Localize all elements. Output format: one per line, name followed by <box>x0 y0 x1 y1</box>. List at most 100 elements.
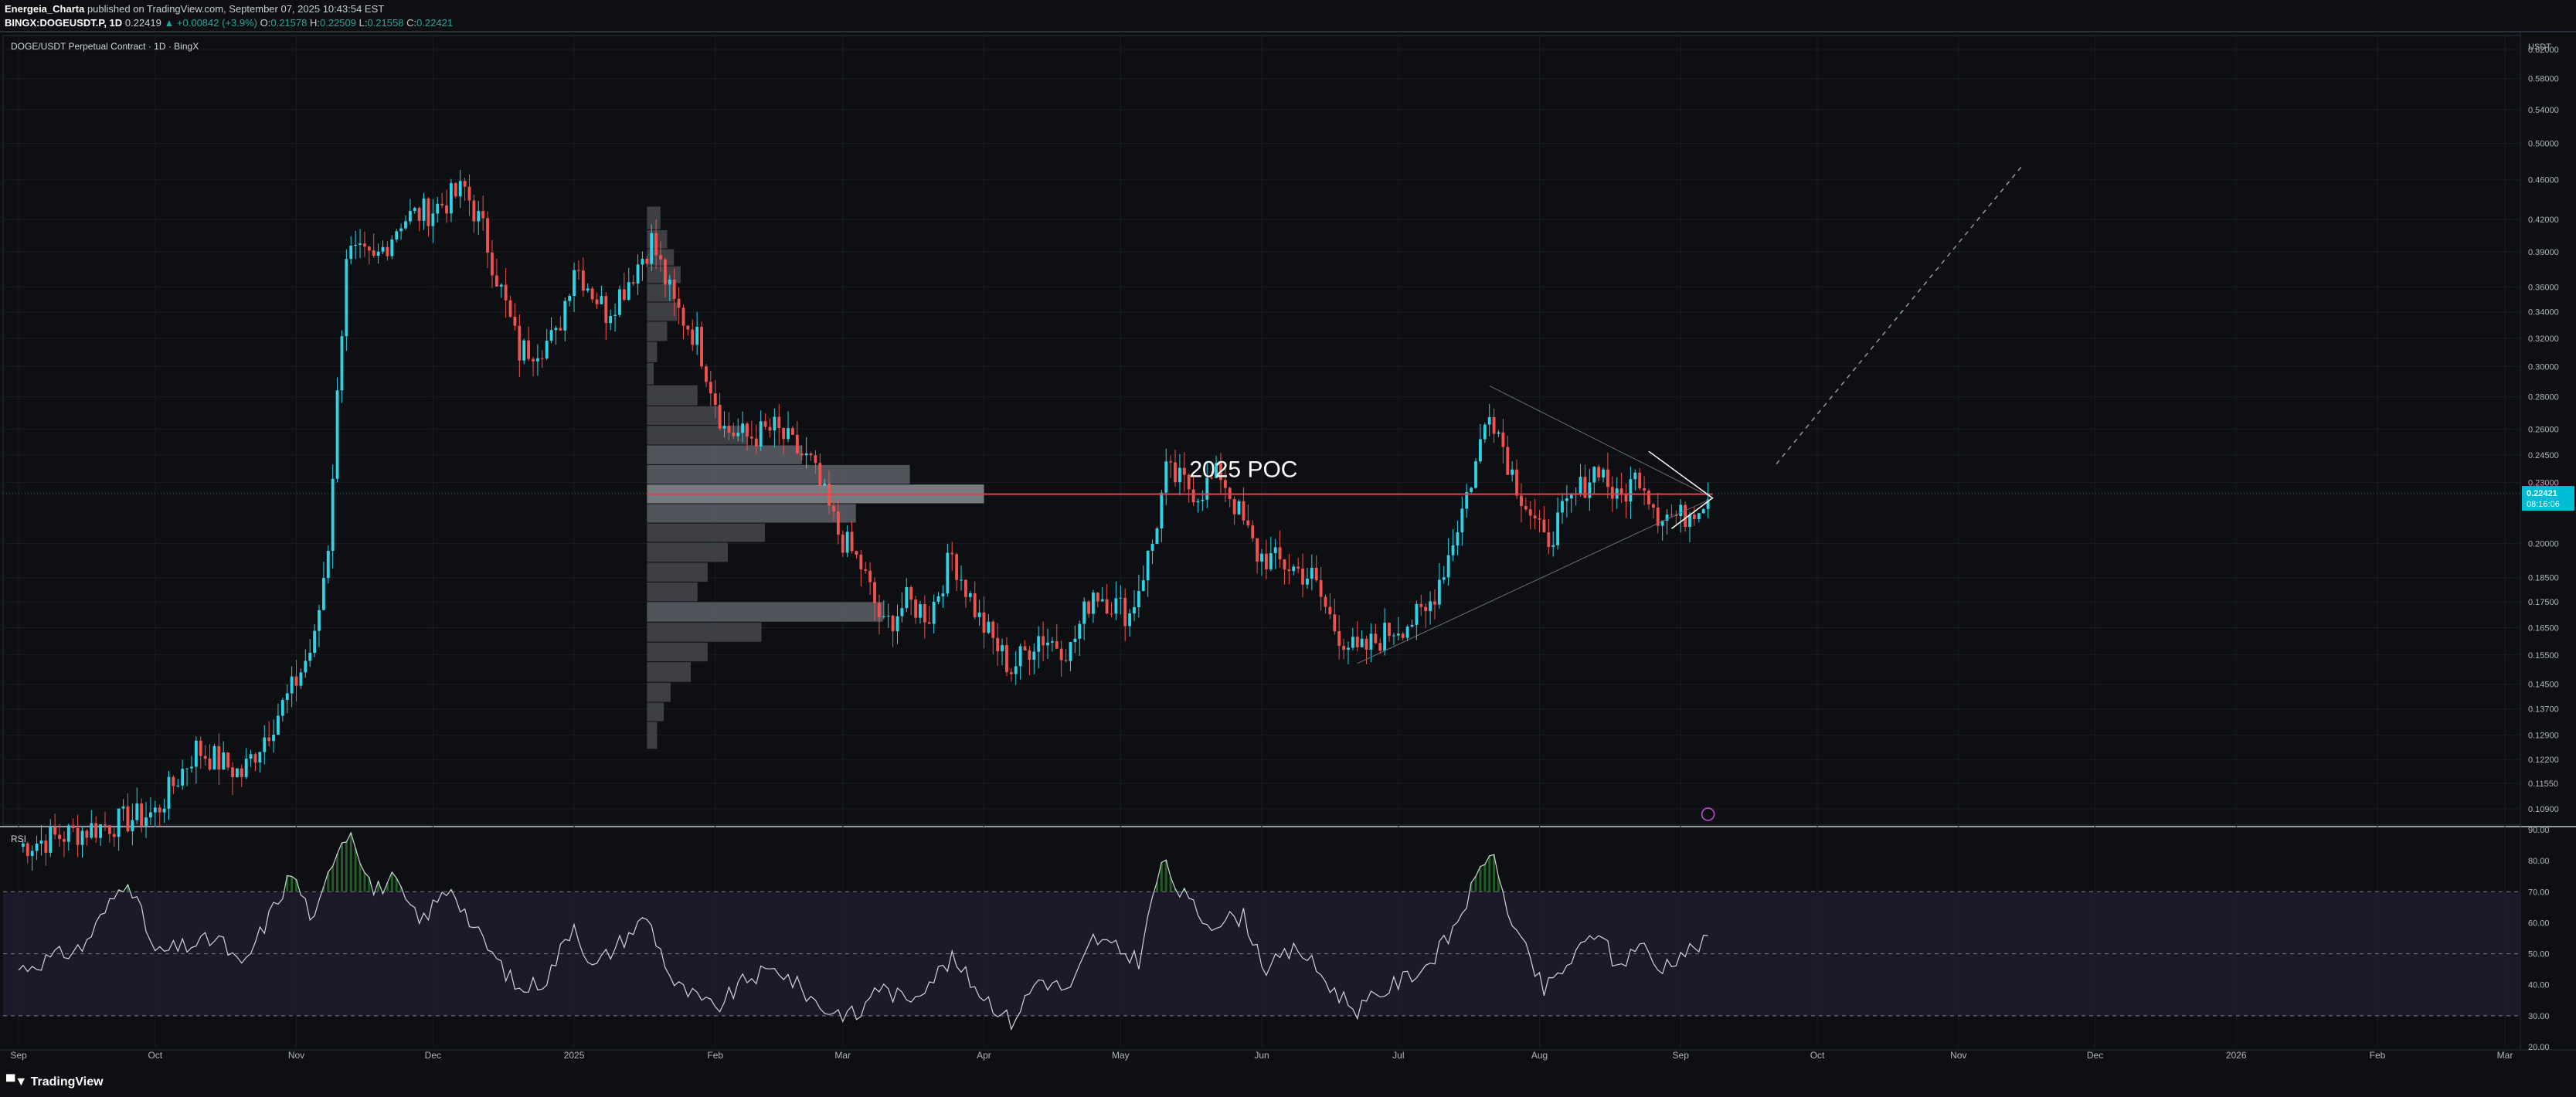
y-tick-label: 0.26000 <box>2528 425 2559 434</box>
candle-body <box>304 661 308 673</box>
y-tick-label: 0.12900 <box>2528 732 2559 741</box>
candle-body <box>1651 504 1655 508</box>
candle-body <box>1538 518 1541 520</box>
candle-body <box>1610 487 1614 499</box>
candle-body <box>636 264 640 284</box>
candle-body <box>494 275 498 287</box>
candle-body <box>117 808 121 837</box>
candle-body <box>882 616 885 617</box>
candle-body <box>763 421 767 427</box>
candle-body <box>787 428 790 440</box>
chart-canvas[interactable]: Sep Oct Nov Dec 2025 Feb Mar Apr May Jun Jul Aug Sep… <box>0 0 2576 1097</box>
volume-profile-bar <box>647 682 671 702</box>
candle-body <box>1196 501 1200 503</box>
candle-body <box>1055 641 1059 649</box>
candle-body <box>104 824 107 826</box>
candle-body <box>791 428 794 435</box>
candle-body <box>1602 469 1605 478</box>
candle-body <box>804 453 808 456</box>
candle-body <box>535 358 539 362</box>
candle-body <box>1647 491 1650 504</box>
candle-body <box>900 608 904 616</box>
candle-body <box>1078 623 1082 639</box>
candle-body <box>677 298 681 308</box>
volume-profile-bar <box>647 602 883 622</box>
candle-body <box>1301 569 1304 585</box>
candle-body <box>1347 647 1350 650</box>
candle-body <box>1251 525 1255 538</box>
candle-body <box>472 200 476 222</box>
candle-body <box>53 827 57 835</box>
candle-body <box>66 825 70 842</box>
candle-body <box>1319 580 1323 597</box>
candle-body <box>654 233 658 256</box>
candle-body <box>1446 555 1450 578</box>
candle-body <box>1524 506 1528 510</box>
candle-body <box>318 610 321 631</box>
candle-body <box>795 434 799 453</box>
candle-body <box>960 579 963 581</box>
y-tick-label: 0.14500 <box>2528 680 2559 689</box>
candle-body <box>1551 545 1555 548</box>
candle-body <box>1333 614 1337 632</box>
candle-body <box>691 329 695 345</box>
candle-body <box>1492 416 1496 434</box>
candle-body <box>1069 642 1072 661</box>
candle-body <box>39 841 43 844</box>
volume-profile-bar <box>647 642 708 662</box>
y-tick-label: 0.36000 <box>2528 283 2559 292</box>
x-tick-label: May <box>1112 1050 1130 1061</box>
volume-profile-bar <box>647 406 722 426</box>
candle-body <box>158 807 161 813</box>
candle-body <box>422 198 426 221</box>
candle-body <box>212 745 216 770</box>
candle-body <box>463 181 467 187</box>
candle-body <box>963 579 967 597</box>
candle-body <box>518 325 522 361</box>
candle-body <box>1337 631 1341 647</box>
candle-body <box>1264 553 1268 569</box>
volume-profile-bar <box>647 662 692 682</box>
candle-body <box>1160 492 1164 529</box>
candle-body <box>950 552 954 555</box>
candle-body <box>895 616 899 632</box>
candle-body <box>1191 489 1195 503</box>
candle-body <box>622 289 626 300</box>
volume-profile-bar <box>647 622 762 642</box>
candle-body <box>144 817 148 826</box>
volume-profile-bar <box>647 582 698 602</box>
candle-body <box>440 203 444 205</box>
y-tick-label: 0.17500 <box>2528 598 2559 607</box>
candle-body <box>467 186 471 201</box>
candle-body <box>1087 601 1090 614</box>
candle-body <box>253 754 257 762</box>
y-tick-label: 0.20000 <box>2528 540 2559 549</box>
candle-body <box>1133 606 1136 614</box>
candle-body <box>345 259 348 337</box>
candle-body <box>681 307 685 326</box>
candle-body <box>749 436 753 439</box>
candle-body <box>190 766 193 769</box>
candle-body <box>1028 650 1031 660</box>
x-tick-label: Jul <box>1392 1050 1404 1061</box>
candle-body <box>809 453 813 456</box>
candle-body <box>672 279 676 299</box>
candle-body <box>609 315 613 324</box>
candle-body <box>431 213 435 226</box>
candle-body <box>172 776 175 786</box>
candle-body <box>226 752 230 768</box>
tradingview-logo[interactable]: ▀▼ TradingView <box>6 1075 104 1089</box>
candle-body <box>1310 567 1313 579</box>
candle-body <box>367 246 371 251</box>
candle-body <box>1437 579 1441 605</box>
candle-body <box>1597 467 1601 478</box>
candle-body <box>449 183 453 214</box>
candle-body <box>873 582 876 603</box>
candle-body <box>768 426 772 431</box>
candle-body <box>359 243 362 245</box>
candle-body <box>1174 462 1177 483</box>
candle-body <box>331 478 335 552</box>
candle-body <box>1114 598 1118 614</box>
candle-body <box>850 532 854 552</box>
candle-body <box>445 205 448 214</box>
